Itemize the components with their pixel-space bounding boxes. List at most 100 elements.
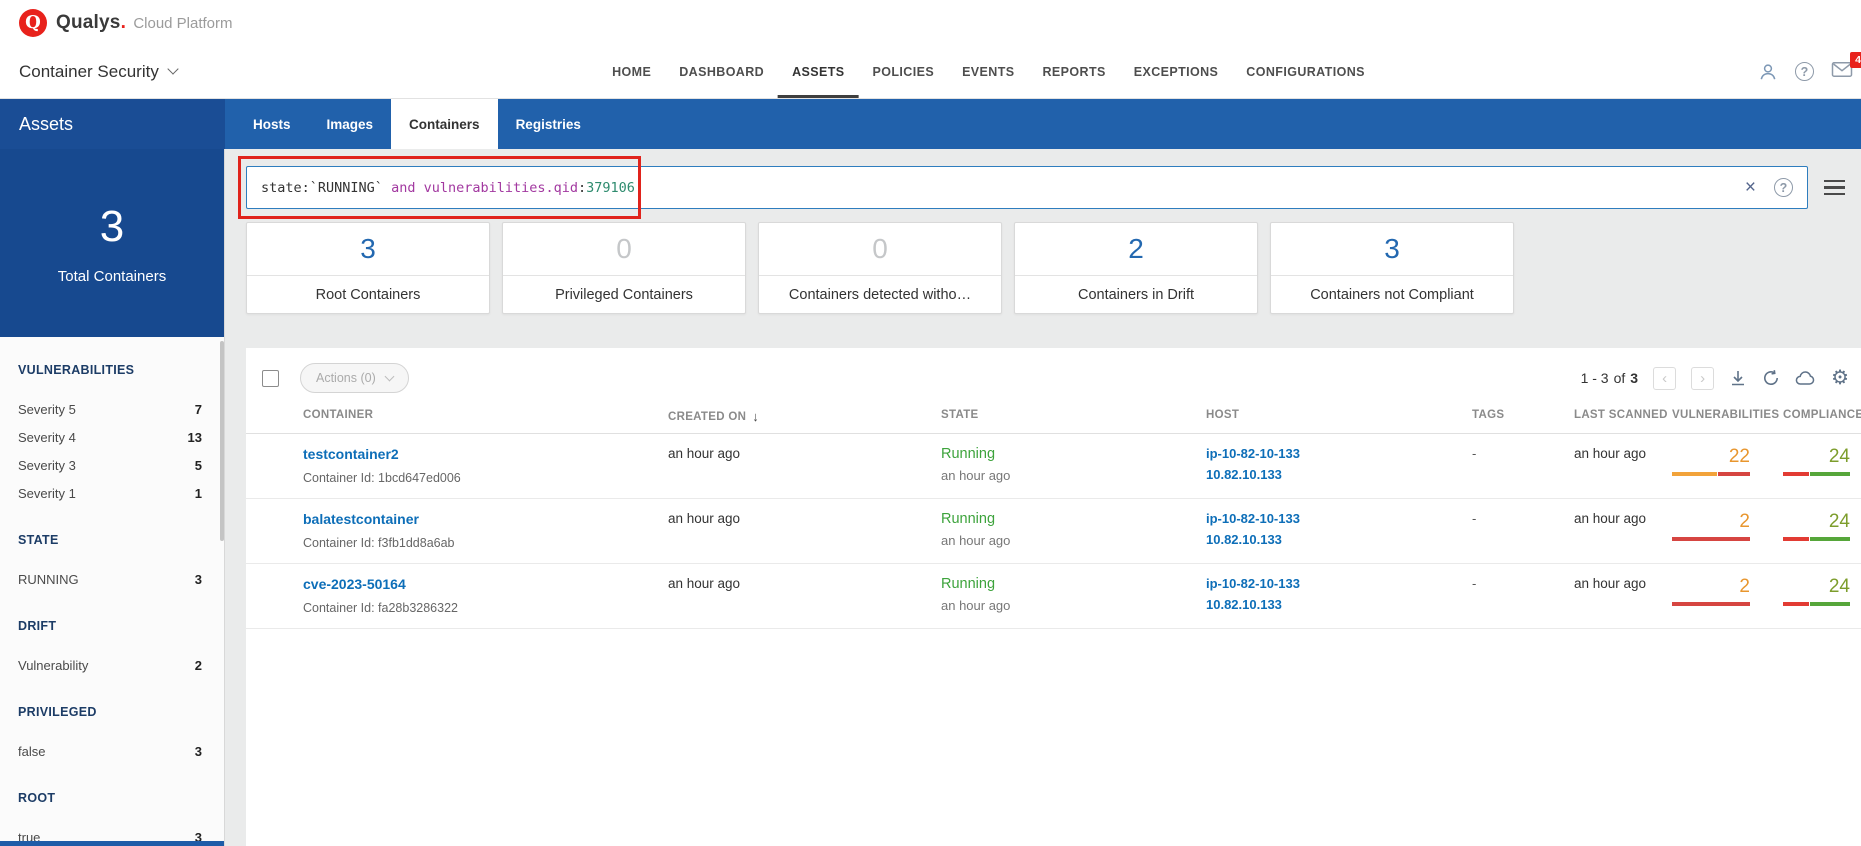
state-since: an hour ago [941,533,1011,548]
host-cell: ip-10-82-10-133 10.82.10.133 [1206,576,1472,612]
search-help-icon[interactable]: ? [1774,178,1793,197]
vulnerabilities-severity-bar [1672,472,1750,476]
facet-drift-vulnerability[interactable]: Vulnerability 2 [0,651,224,679]
stat-card-root-containers[interactable]: 3 Root Containers [246,222,490,314]
nav-reports[interactable]: REPORTS [1028,45,1119,98]
column-header-last-scanned[interactable]: LAST SCANNED [1574,409,1672,421]
notification-badge: 4 [1850,51,1861,68]
tab-images[interactable]: Images [309,99,392,149]
tab-containers[interactable]: Containers [391,99,498,149]
column-header-host[interactable]: HOST [1206,409,1472,421]
cloud-icon[interactable] [1795,370,1816,386]
column-header-vulnerabilities[interactable]: VULNERABILITIES [1672,409,1783,421]
container-name-link[interactable]: cve-2023-50164 [303,576,406,592]
compliance-metric[interactable]: 24 [1783,446,1850,476]
state-since: an hour ago [941,598,1011,613]
facet-privileged-false[interactable]: false 3 [0,737,224,765]
prev-page-button[interactable]: ‹ [1653,366,1677,390]
nav-home[interactable]: HOME [598,45,665,98]
asset-tabs: Hosts Images Containers Registries [225,99,1861,149]
vulnerabilities-cell: 2 [1672,511,1783,541]
vulnerabilities-metric[interactable]: 2 [1672,511,1750,541]
vulnerabilities-metric[interactable]: 2 [1672,576,1750,606]
column-header-compliance[interactable]: COMPLIANCE [1783,409,1861,421]
next-page-button[interactable]: › [1691,366,1715,390]
compliance-metric[interactable]: 24 [1783,511,1850,541]
nav-dashboard[interactable]: DASHBOARD [665,45,778,98]
nav-configurations[interactable]: CONFIGURATIONS [1232,45,1379,98]
vulnerabilities-metric[interactable]: 22 [1672,446,1750,476]
total-containers-panel: 3 Total Containers [0,149,224,337]
actions-button[interactable]: Actions (0) [300,363,409,393]
facet-title-privileged: PRIVILEGED [18,705,97,719]
host-ip-link[interactable]: 10.82.10.133 [1206,532,1472,547]
chevron-down-icon [384,371,395,382]
nav-events[interactable]: EVENTS [948,45,1028,98]
module-selector[interactable]: Container Security [19,62,179,82]
compliance-bar [1783,537,1850,541]
refresh-icon[interactable] [1762,369,1780,387]
container-name-link[interactable]: balatestcontainer [303,511,419,527]
sidebar-scrollbar-thumb[interactable] [220,341,224,541]
compliance-bar [1783,472,1850,476]
stat-card-privileged-containers[interactable]: 0 Privileged Containers [502,222,746,314]
column-header-created-on[interactable]: CREATED ON ↓ [668,409,941,424]
column-header-container[interactable]: CONTAINER [303,409,668,421]
created-on-cell: an hour ago [668,446,741,461]
last-scanned-cell: an hour ago [1574,446,1647,461]
stat-card-containers-in-drift[interactable]: 2 Containers in Drift [1014,222,1258,314]
download-icon[interactable] [1729,369,1747,387]
menu-icon[interactable] [1824,176,1845,200]
state-since: an hour ago [941,468,1011,483]
column-header-tags[interactable]: TAGS [1472,409,1574,421]
nav-assets[interactable]: ASSETS [778,45,859,98]
chevron-down-icon [167,63,179,75]
facet-title-drift: DRIFT [18,619,57,633]
stat-card-containers-not-compliant[interactable]: 3 Containers not Compliant [1270,222,1514,314]
messages-icon[interactable]: 4 [1831,51,1861,83]
facet-severity-3[interactable]: Severity 3 5 [0,451,224,479]
container-cell: balatestcontainer Container Id: f3fb1dd8… [303,511,668,550]
settings-gear-icon[interactable]: ⚙ [1831,368,1849,388]
container-id: Container Id: fa28b3286322 [303,601,458,615]
qualys-logo[interactable]: Q Qualys. Cloud Platform [19,8,233,37]
filters-sidebar: 3 Total Containers VULNERABILITIES Sever… [0,149,225,846]
tags-cell: - [1472,446,1477,461]
compliance-cell: 24 [1783,511,1861,541]
table-toolbar: Actions (0) 1 - 3 of 3 ‹ › ⚙ [246,348,1861,403]
host-name-link[interactable]: ip-10-82-10-133 [1206,511,1472,526]
container-name-link[interactable]: testcontainer2 [303,446,399,462]
last-scanned-cell: an hour ago [1574,511,1647,526]
qualys-logo-icon: Q [19,8,47,37]
clear-search-icon[interactable]: × [1745,178,1756,197]
tags-cell: - [1472,576,1477,591]
facet-severity-5[interactable]: Severity 5 7 [0,395,224,423]
created-on-cell: an hour ago [668,511,741,526]
tab-registries[interactable]: Registries [498,99,599,149]
search-input[interactable]: state:`RUNNING` and vulnerabilities.qid:… [246,166,1808,209]
sidebar-bottom-strip [0,841,224,846]
user-icon[interactable] [1758,62,1778,82]
state-value: Running [941,446,996,462]
host-name-link[interactable]: ip-10-82-10-133 [1206,446,1472,461]
compliance-metric[interactable]: 24 [1783,576,1850,606]
facet-severity-1[interactable]: Severity 1 1 [0,479,224,507]
facet-title-root: ROOT [18,791,56,805]
host-cell: ip-10-82-10-133 10.82.10.133 [1206,446,1472,482]
container-id: Container Id: f3fb1dd8a6ab [303,536,455,550]
host-ip-link[interactable]: 10.82.10.133 [1206,597,1472,612]
state-value: Running [941,511,996,527]
select-all-checkbox[interactable] [262,369,279,387]
last-scanned-cell: an hour ago [1574,576,1647,591]
help-icon[interactable]: ? [1795,62,1814,81]
stat-card-containers-detected[interactable]: 0 Containers detected witho… [758,222,1002,314]
nav-policies[interactable]: POLICIES [859,45,949,98]
facet-title-state: STATE [18,533,59,547]
nav-exceptions[interactable]: EXCEPTIONS [1120,45,1233,98]
column-header-state[interactable]: STATE [941,409,1206,421]
host-name-link[interactable]: ip-10-82-10-133 [1206,576,1472,591]
facet-severity-4[interactable]: Severity 4 13 [0,423,224,451]
host-ip-link[interactable]: 10.82.10.133 [1206,467,1472,482]
facet-state-running[interactable]: RUNNING 3 [0,565,224,593]
tab-hosts[interactable]: Hosts [235,99,309,149]
